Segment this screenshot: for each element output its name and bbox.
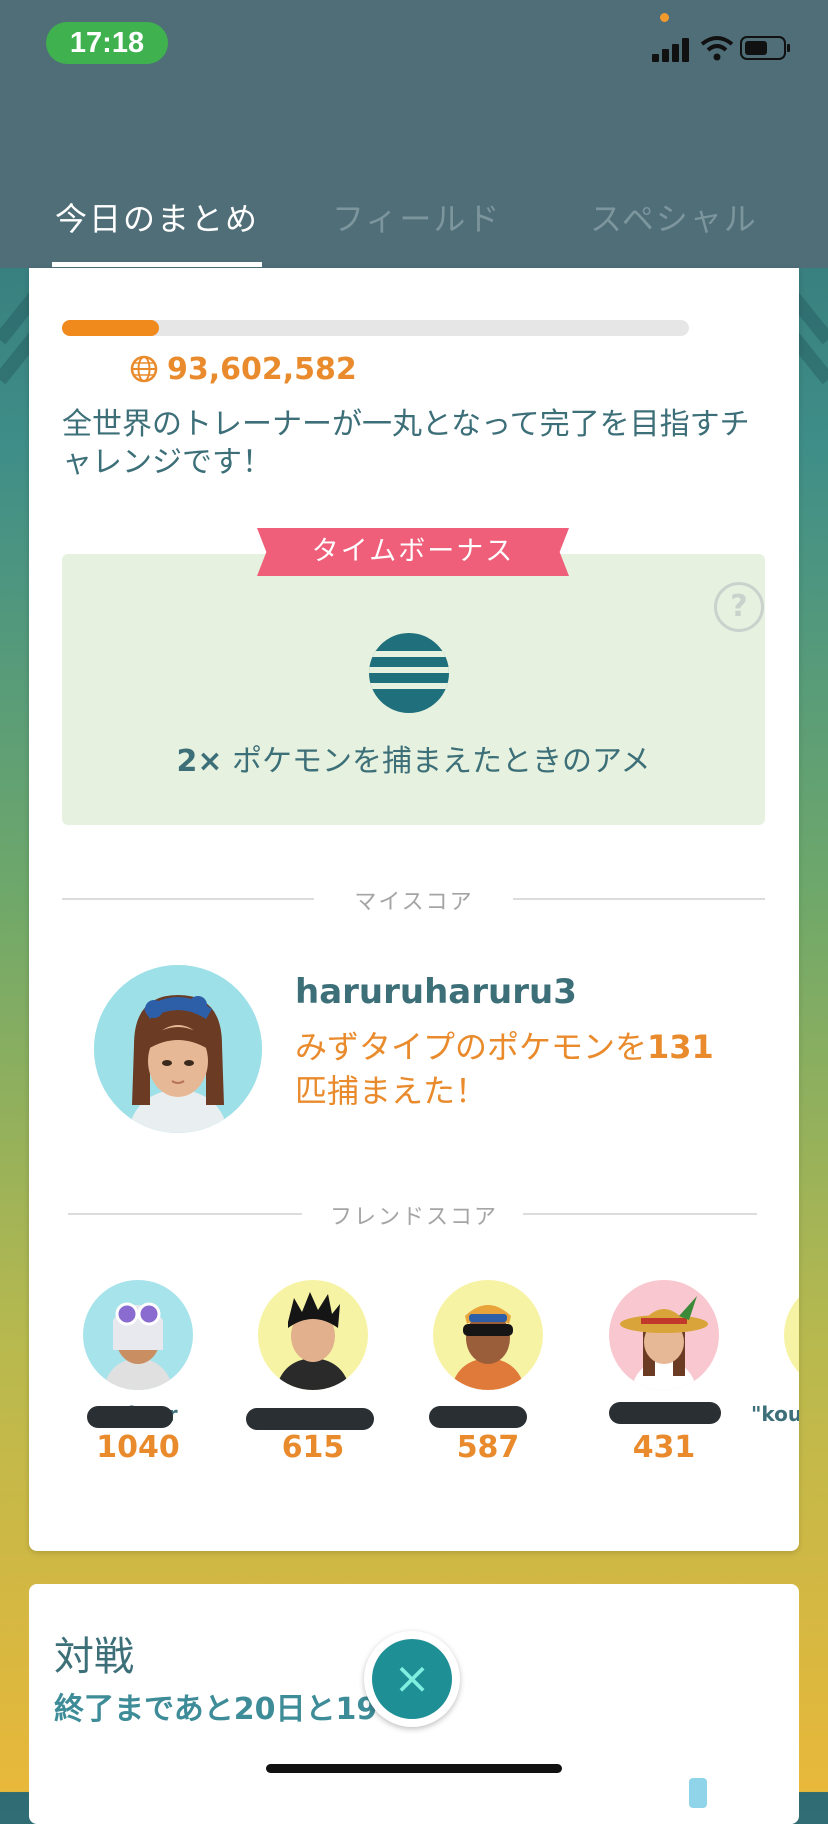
friend-avatar (433, 1280, 543, 1390)
friend-avatar (258, 1280, 368, 1390)
my-achievement: みずタイプのポケモンを131 匹捕まえた！ (295, 1025, 735, 1113)
friend-score: 431 (632, 1430, 696, 1465)
tab-bar: 今日のまとめ フィールド スペシャル (0, 180, 828, 268)
tab-today-summary[interactable]: 今日のまとめ (55, 194, 259, 240)
globe-icon (130, 355, 158, 383)
battery-icon (740, 36, 790, 60)
friend-name-partial: "kout (751, 1402, 799, 1426)
close-icon: × (372, 1639, 452, 1719)
bonus-description: ポケモンを捕まえたときのアメ (222, 744, 651, 779)
tab-field[interactable]: フィールド (332, 194, 501, 240)
time-bonus-text: 2× ポケモンを捕まえたときのアメ (62, 736, 765, 780)
global-count: 93,602,582 (167, 352, 357, 387)
redaction-bar (87, 1406, 173, 1428)
achievement-suffix: 匹捕まえた！ (295, 1072, 488, 1110)
friend-score: 615 (281, 1430, 345, 1465)
my-avatar[interactable] (94, 965, 262, 1133)
battle-title: 対戦 (54, 1634, 134, 1680)
achievement-prefix: みずタイプのポケモンを (295, 1028, 648, 1066)
redaction-bar (609, 1402, 721, 1424)
cellular-signal-icon (652, 36, 692, 62)
time-bonus-ribbon: タイムボーナス (257, 528, 569, 576)
status-time: 17:18 (46, 22, 168, 64)
wifi-icon (700, 36, 734, 61)
close-button[interactable]: × (364, 1631, 460, 1727)
my-username: haruruharuru3 (295, 972, 577, 1012)
redaction-bar (429, 1406, 527, 1428)
friend-avatar-icon (609, 1280, 719, 1390)
tab-special[interactable]: スペシャル (590, 194, 758, 240)
help-icon[interactable]: ? (714, 582, 764, 632)
battle-decoration (689, 1778, 707, 1808)
app-header: 17:18 今日のまとめ フィールド スペシャル (0, 0, 828, 268)
trainer-avatar-icon (94, 965, 262, 1133)
friend-avatar-icon (258, 1280, 368, 1390)
battle-time-remaining: 終了まであと20日と19 (54, 1692, 378, 1727)
redaction-bar (246, 1408, 374, 1430)
global-progress-bar (62, 320, 689, 336)
achievement-count: 131 (647, 1028, 714, 1066)
friend-score-section-label: フレンドスコア (329, 1205, 498, 1230)
friend-item[interactable] (784, 1280, 799, 1480)
active-tab-indicator (52, 262, 262, 267)
friend-avatar (83, 1280, 193, 1390)
global-progress-fill (62, 320, 160, 336)
friend-avatar (784, 1280, 799, 1390)
global-challenge-card: 93,602,582 全世界のトレーナーが一丸となって完了を目指すチャレンジです… (29, 268, 799, 1551)
friend-score: 587 (456, 1430, 520, 1465)
friend-avatar-icon (433, 1280, 543, 1390)
challenge-description: 全世界のトレーナーが一丸となって完了を目指すチャレンジです！ (62, 407, 750, 480)
my-score-section-label: マイスコア (354, 890, 474, 915)
time-bonus-box: ? 2× ポケモンを捕まえたときのアメ (62, 554, 765, 825)
home-indicator[interactable] (266, 1764, 562, 1773)
bonus-multiplier: 2× (176, 744, 223, 779)
candy-icon (369, 633, 449, 713)
friend-score: 1040 (96, 1430, 180, 1465)
recording-indicator-dot (660, 13, 669, 22)
friend-avatar (609, 1280, 719, 1390)
friend-avatar-icon (83, 1280, 193, 1390)
